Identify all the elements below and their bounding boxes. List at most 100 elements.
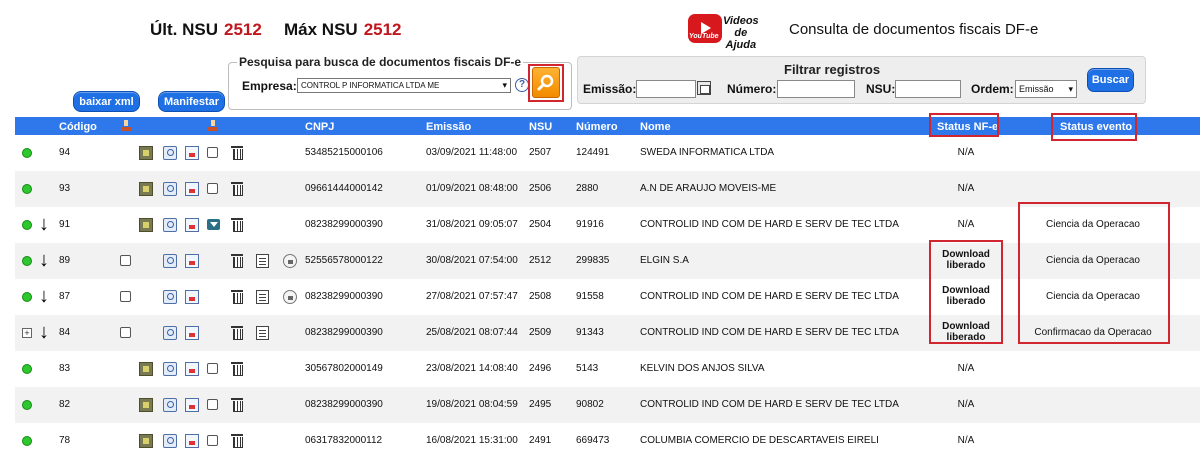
xml-package-icon[interactable] — [139, 218, 153, 232]
manifestar-button[interactable]: Manifestar — [158, 91, 225, 112]
row-select-checkbox[interactable] — [120, 291, 131, 302]
empresa-label: Empresa: — [242, 79, 297, 93]
cell-nsu: 2504 — [529, 219, 552, 230]
view-document-icon[interactable] — [163, 146, 177, 160]
view-document-icon[interactable] — [163, 434, 177, 448]
nsu-label: NSU: — [866, 82, 896, 96]
col-cnpj[interactable]: CNPJ — [305, 121, 334, 133]
col-nome[interactable]: Nome — [640, 121, 671, 133]
row-checkbox[interactable] — [207, 183, 218, 194]
status-dot-icon — [22, 220, 32, 230]
cell-codigo: 89 — [59, 255, 71, 266]
status-dot-icon — [22, 256, 32, 266]
search-button[interactable] — [532, 67, 560, 98]
pdf-icon[interactable] — [185, 218, 199, 232]
trash-icon[interactable] — [231, 434, 243, 448]
videos-logo-text: Videos de Ajuda — [723, 15, 759, 51]
col-emissao[interactable]: Emissão — [426, 121, 471, 133]
cell-status-nfe: N/A — [957, 399, 975, 410]
cell-codigo: 87 — [59, 291, 71, 302]
buscar-button[interactable]: Buscar — [1087, 68, 1134, 92]
cell-nsu: 2496 — [529, 363, 552, 374]
pdf-icon[interactable] — [185, 326, 199, 340]
page-title: Consulta de documentos fiscais DF-e — [789, 21, 1039, 38]
trash-icon[interactable] — [231, 182, 243, 196]
lock-icon[interactable] — [283, 254, 297, 268]
cell-status-nfe: N/A — [957, 219, 975, 230]
view-document-icon[interactable] — [163, 254, 177, 268]
row-checkbox[interactable] — [207, 399, 218, 410]
numero-label: Número: — [727, 82, 777, 96]
trash-icon[interactable] — [231, 326, 243, 340]
nsu-input[interactable] — [895, 80, 961, 98]
status-dot-icon — [22, 292, 32, 302]
help-icon[interactable]: ? — [515, 78, 529, 92]
view-document-icon[interactable] — [163, 362, 177, 376]
cell-emissao: 01/09/2021 08:48:00 — [426, 183, 518, 194]
view-document-icon[interactable] — [163, 182, 177, 196]
chevron-down-icon: ▾ — [1068, 84, 1073, 94]
view-document-icon[interactable] — [163, 218, 177, 232]
cell-nome: A.N DE ARAUJO MOVEIS-ME — [640, 183, 777, 194]
cell-nsu: 2512 — [529, 255, 552, 266]
download-icon[interactable] — [207, 219, 220, 230]
download-column-icon[interactable] — [121, 120, 131, 131]
xml-package-icon[interactable] — [139, 182, 153, 196]
row-select-checkbox[interactable] — [120, 255, 131, 266]
pdf-icon[interactable] — [185, 254, 199, 268]
trash-icon[interactable] — [231, 254, 243, 268]
videos-help-link[interactable]: YouTube Videos de Ajuda — [688, 14, 759, 51]
expand-icon[interactable]: + — [22, 328, 32, 338]
lock-icon[interactable] — [283, 290, 297, 304]
manifest-edit-icon[interactable] — [256, 326, 269, 340]
cell-emissao: 23/08/2021 14:08:40 — [426, 363, 518, 374]
trash-icon[interactable] — [231, 398, 243, 412]
row-checkbox[interactable] — [207, 435, 218, 446]
numero-input[interactable] — [777, 80, 855, 98]
cell-nsu: 2506 — [529, 183, 552, 194]
col-nsu[interactable]: NSU — [529, 121, 552, 133]
ordem-select-value: Emissão — [1019, 84, 1054, 94]
cell-cnpj: 06317832000112 — [305, 435, 383, 446]
download-column-icon[interactable] — [208, 120, 218, 131]
row-select-checkbox[interactable] — [120, 327, 131, 338]
cell-numero: 299835 — [576, 255, 610, 266]
cell-emissao: 19/08/2021 08:04:59 — [426, 399, 518, 410]
pdf-icon[interactable] — [185, 146, 199, 160]
manifest-edit-icon[interactable] — [256, 290, 269, 304]
col-codigo[interactable]: Código — [59, 121, 97, 133]
trash-icon[interactable] — [231, 290, 243, 304]
cell-codigo: 91 — [59, 219, 71, 230]
view-document-icon[interactable] — [163, 326, 177, 340]
pdf-icon[interactable] — [185, 434, 199, 448]
pdf-icon[interactable] — [185, 398, 199, 412]
cell-cnpj: 53485215000106 — [305, 147, 383, 158]
arrow-down-icon: ↓ — [39, 213, 49, 235]
pdf-icon[interactable] — [185, 362, 199, 376]
pdf-icon[interactable] — [185, 290, 199, 304]
xml-package-icon[interactable] — [139, 146, 153, 160]
empresa-select[interactable]: CONTROL P INFORMATICA LTDA ME ▾ — [297, 78, 511, 93]
row-checkbox[interactable] — [207, 147, 218, 158]
emissao-input[interactable] — [636, 80, 696, 98]
xml-package-icon[interactable] — [139, 434, 153, 448]
ordem-select[interactable]: Emissão ▾ — [1015, 80, 1077, 98]
cell-cnpj: 08238299000390 — [305, 399, 383, 410]
chevron-down-icon: ▾ — [502, 80, 507, 90]
trash-icon[interactable] — [231, 362, 243, 376]
view-document-icon[interactable] — [163, 290, 177, 304]
view-document-icon[interactable] — [163, 398, 177, 412]
cell-nome: SWEDA INFORMATICA LTDA — [640, 147, 775, 158]
calendar-icon[interactable] — [697, 81, 711, 95]
pdf-icon[interactable] — [185, 182, 199, 196]
trash-icon[interactable] — [231, 146, 243, 160]
col-numero[interactable]: Número — [576, 121, 618, 133]
cell-codigo: 82 — [59, 399, 71, 410]
manifest-edit-icon[interactable] — [256, 254, 269, 268]
row-checkbox[interactable] — [207, 363, 218, 374]
xml-package-icon[interactable] — [139, 398, 153, 412]
trash-icon[interactable] — [231, 218, 243, 232]
baixar-xml-button[interactable]: baixar xml — [73, 91, 140, 112]
cell-status-nfe: N/A — [957, 147, 975, 158]
xml-package-icon[interactable] — [139, 362, 153, 376]
